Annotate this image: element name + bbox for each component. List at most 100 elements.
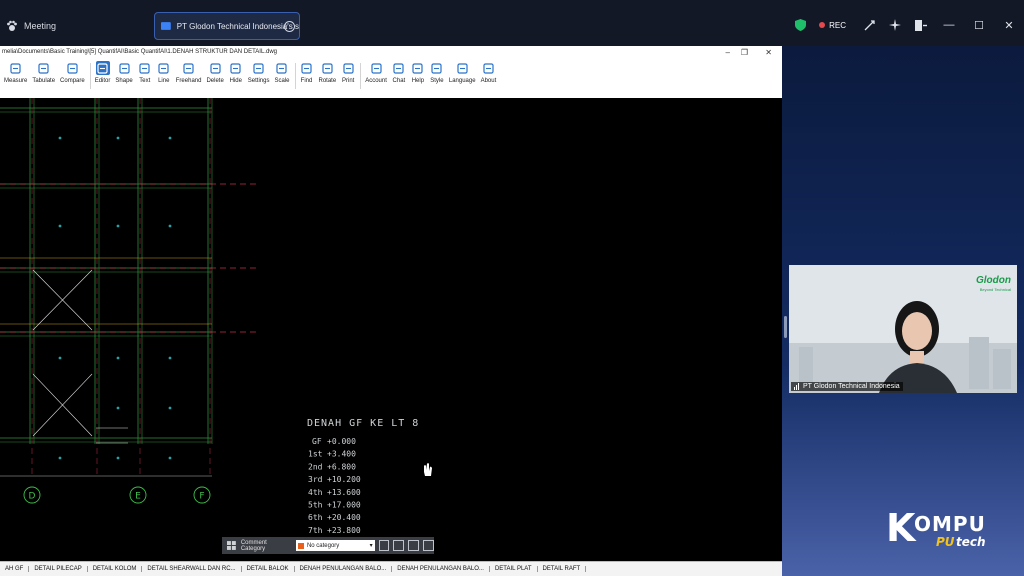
toolbar-separator: [89, 63, 91, 89]
globe-icon: [455, 61, 469, 75]
paw-icon: [7, 20, 17, 31]
sheet-tab[interactable]: DETAIL KOLOM: [88, 566, 143, 572]
tool-line[interactable]: Line: [157, 59, 171, 84]
chat-icon: [392, 61, 406, 75]
remote-control-icon[interactable]: [856, 12, 882, 38]
more-options-icon[interactable]: ···: [284, 21, 295, 32]
glodon-logo: Glodon: [976, 275, 1011, 286]
level-floor: 5th: [308, 501, 323, 510]
tool-tabulate[interactable]: Tabulate: [32, 59, 55, 84]
tool-hide[interactable]: Hide: [229, 59, 243, 84]
tool-scale[interactable]: Scale: [274, 59, 290, 84]
tool-chat[interactable]: Chat: [392, 59, 406, 84]
maximize-button[interactable]: ☐: [964, 12, 994, 38]
tool-settings[interactable]: Settings: [248, 59, 269, 84]
tool-label: Text: [139, 78, 151, 84]
tool-label: Find: [300, 78, 313, 84]
tool-editor[interactable]: Editor: [94, 59, 111, 84]
tool-freehand[interactable]: Freehand: [175, 59, 202, 84]
tool-label: Rotate: [318, 78, 337, 84]
pan-cursor-icon: [424, 463, 432, 476]
category-dropdown[interactable]: No category ▾: [295, 540, 375, 551]
signal-bars-icon: [794, 383, 800, 390]
tool-language[interactable]: Language: [449, 59, 476, 84]
tool-measure[interactable]: Measure: [4, 59, 27, 84]
slab-tag: [168, 406, 172, 410]
sheet-tab[interactable]: DETAIL BALOK: [242, 566, 295, 572]
slab-tag: [58, 224, 62, 228]
tool-account[interactable]: Account: [365, 59, 387, 84]
tool-help[interactable]: Help: [411, 59, 425, 84]
meeting-tab-label: Meeting: [24, 21, 57, 31]
tool-about[interactable]: About: [480, 59, 497, 84]
close-button[interactable]: ✕: [994, 12, 1024, 38]
sheet-tab[interactable]: AH GF: [0, 566, 30, 572]
tool-rotate[interactable]: Rotate: [318, 59, 337, 84]
move-icon[interactable]: [393, 540, 405, 551]
grid-bubble-label: D: [29, 492, 36, 502]
sheet-tab[interactable]: DETAIL RAFT: [538, 566, 587, 572]
file-path: melia\Documents\Basic Training\[5] Quant…: [2, 49, 277, 55]
screen-share-tab[interactable]: PT Glodon Technical Indonesia's s ···: [154, 12, 300, 40]
edit-comment-icon[interactable]: [378, 540, 390, 551]
tool-shape[interactable]: Shape: [115, 59, 133, 84]
participant-name: PT Glodon Technical Indonesia: [803, 383, 900, 390]
category-swatch: [297, 542, 304, 549]
sheet-tab[interactable]: DETAIL PLAT: [490, 566, 538, 572]
tool-label: Tabulate: [32, 78, 56, 84]
sheet-tab[interactable]: DETAIL SHEARWALL DAN RC...: [142, 566, 242, 572]
tool-label: Freehand: [175, 78, 202, 84]
level-floor: 4th: [308, 488, 323, 497]
tool-find[interactable]: Find: [300, 59, 314, 84]
slab-tag: [168, 136, 172, 140]
editor-icon: [95, 61, 110, 75]
minimize-button[interactable]: —: [934, 12, 964, 38]
level-elevation: +20.400: [327, 513, 361, 522]
sheet-tab[interactable]: DENAH PENULANGAN BALO...: [295, 566, 393, 572]
tool-text[interactable]: Text: [138, 59, 152, 84]
account-icon: [369, 61, 383, 75]
text-icon: [138, 61, 152, 75]
window-close-button[interactable]: ✕: [765, 46, 772, 59]
sheet-tab[interactable]: DENAH PENULANGAN BALO...: [392, 566, 490, 572]
paste-icon[interactable]: [423, 540, 434, 551]
tool-label: Editor: [94, 78, 111, 84]
rotate-icon: [320, 61, 334, 75]
tool-print[interactable]: Print: [341, 59, 355, 84]
help-icon: [411, 61, 425, 75]
level-elevation: +6.800: [327, 462, 356, 471]
copy-icon[interactable]: [408, 540, 420, 551]
leave-panel-icon[interactable]: [908, 12, 934, 38]
meeting-tab[interactable]: Meeting: [0, 10, 150, 42]
grid-bubbles: D E F: [23, 486, 211, 504]
security-shield-icon[interactable]: [787, 12, 813, 38]
grid-view-icon[interactable]: [226, 540, 237, 551]
info-icon: [481, 61, 495, 75]
sheet-tab[interactable]: DETAIL PILECAP: [29, 566, 88, 572]
panel-resize-handle[interactable]: [784, 316, 787, 338]
window-minimize-button[interactable]: –: [726, 46, 730, 59]
drawing-canvas[interactable]: DENAH GF KE LT 8 GF +0.000 1st +3.400 2nd +6.…: [0, 98, 782, 566]
ai-sparkle-icon[interactable]: [882, 12, 908, 38]
screen-share-label: PT Glodon Technical Indonesia's s: [176, 21, 299, 31]
tool-delete[interactable]: Delete: [206, 59, 224, 84]
tool-compare[interactable]: Compare: [60, 59, 85, 84]
level-table: GF +0.000 1st +3.400 2nd +6.800 3rd +10.200 4th +…: [308, 437, 361, 548]
print-icon: [341, 61, 355, 75]
toolbar-separator: [360, 63, 362, 89]
structural-plan-drawing: DENAH GF KE LT 8 GF +0.000 1st +3.400 2nd +6.…: [0, 98, 432, 548]
window-restore-button[interactable]: ❐: [741, 46, 748, 59]
tool-label: Delete: [206, 78, 224, 84]
drawing-title: DENAH GF KE LT 8: [307, 418, 419, 429]
participant-video-tile[interactable]: Glodon Beyond Technical PT Glodon Techni…: [789, 265, 1017, 393]
shape-icon: [117, 61, 131, 75]
level-elevation: +0.000: [327, 437, 356, 446]
level-floor: 3rd: [308, 475, 323, 484]
tool-style[interactable]: Style: [430, 59, 444, 84]
scale-icon: [275, 61, 289, 75]
tool-label: Hide: [229, 78, 242, 84]
find-icon: [300, 61, 314, 75]
eraser-icon: [208, 61, 222, 75]
tool-label: About: [480, 78, 497, 84]
meeting-top-bar: Meeting PT Glodon Technical Indonesia's …: [0, 0, 1024, 46]
